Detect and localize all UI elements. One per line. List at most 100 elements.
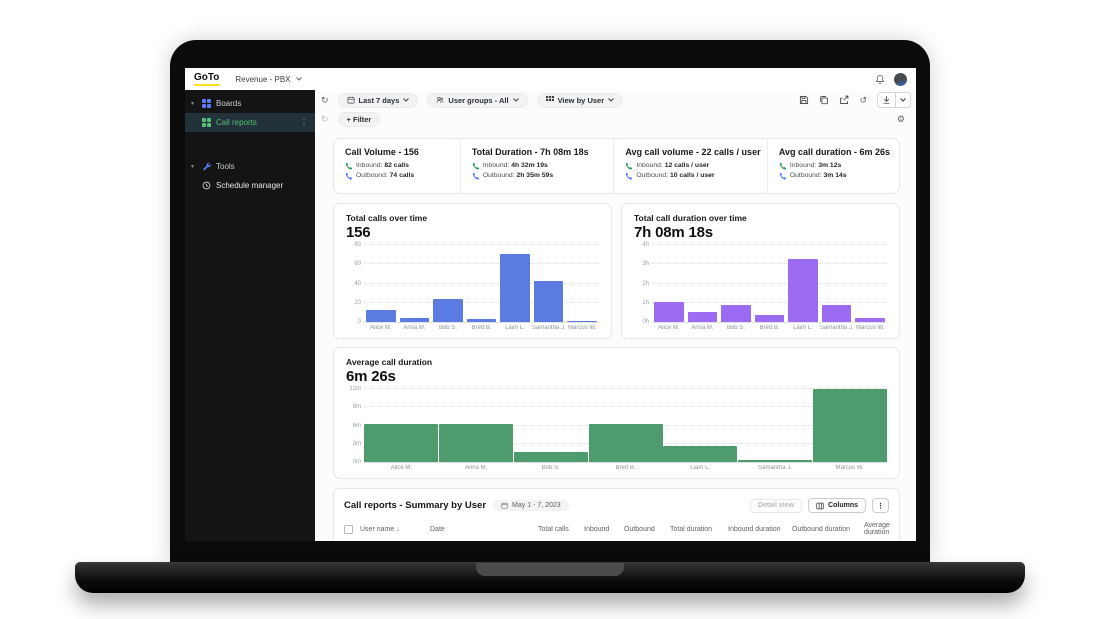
phone-icon (472, 162, 479, 170)
sidebar-item-call-reports[interactable]: ▾ Call reports ⋮ (185, 113, 315, 132)
select-all-checkbox[interactable] (344, 524, 353, 534)
bars (364, 245, 599, 322)
chart-plot: 0m 3m 6m 9m 12m (349, 386, 887, 465)
download-icon (883, 96, 890, 104)
bar (754, 315, 785, 322)
sidebar-item-label: Boards (216, 99, 242, 108)
bar-slot-Marcus W. (812, 389, 887, 462)
page: GoTo Revenue - PBX ▾ Boards Call reports… (0, 0, 1100, 619)
call-reports-grid-icon (202, 118, 211, 127)
bars (364, 389, 887, 462)
download-split-button[interactable] (877, 92, 911, 108)
columns-button[interactable]: Columns (808, 498, 866, 513)
y-tick-label: 0 (357, 319, 361, 325)
y-tick-label: 2h (642, 280, 649, 287)
save-icon[interactable] (799, 95, 809, 105)
column-header-date[interactable]: Date (430, 526, 538, 533)
date-range-chip-label: May 1 - 7, 2023 (512, 502, 561, 509)
expand-caret-icon[interactable]: ▾ (191, 163, 197, 170)
chevron-down-icon (608, 98, 614, 102)
bar (788, 259, 818, 322)
x-label: Bob S. (726, 325, 745, 331)
x-label: Samantha J. (758, 465, 792, 471)
download-options-button[interactable] (895, 93, 910, 107)
bar (812, 389, 887, 462)
x-label: Brett B. (759, 325, 780, 331)
chart-value: 7h 08m 18s (634, 224, 713, 241)
bar (721, 304, 751, 322)
board-selector[interactable]: Revenue - PBX (235, 75, 302, 84)
summary-title: Avg call duration - 6m 26s (778, 147, 891, 157)
user-avatar[interactable] (894, 72, 907, 86)
chart-title: Average call duration (346, 357, 433, 367)
settings-gear-icon[interactable]: ⚙ (897, 115, 905, 124)
toolbar-actions: ↺ (799, 92, 911, 108)
chart-value: 6m 26s (346, 368, 396, 385)
summary-card: Call Volume - 156 Inbound: 82 calls Outbou… (334, 139, 460, 193)
dashboard-content: Call Volume - 156 Inbound: 82 calls Outbou… (315, 129, 916, 541)
column-header-inbound[interactable]: Inbound (584, 526, 624, 533)
x-label: Marcus W. (835, 465, 864, 471)
copy-icon[interactable] (819, 95, 829, 105)
sidebar-item-schedule-manager[interactable]: ▾ Schedule manager (185, 176, 315, 195)
bell-icon[interactable] (875, 74, 885, 85)
x-label: Anna M. (464, 465, 488, 471)
bar-slot-Anna M. (686, 245, 720, 322)
history-icon[interactable]: ↺ (859, 95, 867, 105)
x-label: Alice M. (390, 465, 413, 471)
x-label: Samantha J. (819, 325, 854, 331)
summary-outbound: Outbound: 3m 14s (779, 171, 888, 181)
column-header-total-calls[interactable]: Total calls (538, 526, 584, 533)
kebab-menu-icon[interactable]: ⋮ (299, 118, 309, 127)
laptop-notch (476, 563, 624, 576)
column-header-inbound-duration[interactable]: Inbound duration (728, 526, 792, 533)
sidebar-item-boards[interactable]: ▾ Boards (185, 94, 315, 113)
phone-icon (626, 162, 633, 170)
x-label: Anna M. (403, 325, 426, 331)
refresh-icon[interactable]: ↻ (321, 95, 329, 105)
x-label: Alice M. (658, 325, 680, 331)
chevron-down-icon (295, 77, 302, 81)
share-export-icon[interactable] (839, 95, 849, 105)
download-button[interactable] (878, 93, 895, 107)
bar-slot-Alice M. (652, 245, 686, 322)
laptop-screen-bezel: GoTo Revenue - PBX ▾ Boards Call reports… (170, 40, 930, 563)
table-kebab-button[interactable]: ⋮ (872, 498, 889, 513)
column-header-outbound-duration[interactable]: Outbound duration (792, 526, 864, 533)
date-range-filter[interactable]: Last 7 days (337, 92, 419, 108)
x-label: Brett B. (471, 325, 492, 331)
y-tick-label: 6m (352, 422, 361, 429)
summary-inbound: Inbound: 82 calls (345, 161, 449, 171)
view-by-filter[interactable]: View by User (536, 92, 624, 108)
summary-cards: Call Volume - 156 Inbound: 82 calls Outbou… (333, 138, 900, 194)
column-header-average-duration[interactable]: Average duration (864, 522, 890, 536)
phone-icon (345, 172, 353, 180)
column-header-total-duration[interactable]: Total duration (670, 526, 728, 533)
bar (364, 424, 439, 462)
y-tick-label: 40 (354, 280, 361, 287)
call-reports-table-card: Call reports - Summary by User May 1 - 7… (333, 488, 900, 541)
table-column-headers: User name ↓ Date Total calls Inbound Outbound… (344, 522, 890, 541)
toolbar-filters: ↻ Last 7 days User groups - All View by … (315, 90, 916, 110)
bar (399, 318, 430, 322)
bar-slot-Anna M. (398, 245, 432, 322)
sidebar-item-tools[interactable]: ▾ Tools (185, 157, 315, 176)
detail-view-button[interactable]: Detail view (749, 498, 803, 513)
bar (663, 445, 738, 462)
boards-grid-icon (202, 99, 211, 108)
y-tick-label: 9m (352, 404, 361, 411)
charts-row: Total calls over time 156 0 20 40 60 80 Alic… (333, 203, 900, 339)
column-header-outbound[interactable]: Outbound (624, 526, 670, 533)
summary-title: Total Duration - 7h 08m 18s (471, 147, 589, 157)
summary-outbound: Outbound: 10 calls / user (625, 171, 756, 181)
user-groups-filter[interactable]: User groups - All (427, 92, 528, 108)
refresh-icon-secondary[interactable]: ↻ (321, 115, 329, 124)
summary-inbound: Inbound: 3m 12s (779, 161, 888, 171)
app-header: GoTo Revenue - PBX (185, 68, 916, 91)
expand-caret-icon[interactable]: ▾ (191, 100, 197, 107)
column-header-user-name[interactable]: User name ↓ (360, 526, 430, 533)
add-filter-button[interactable]: + Filter (337, 112, 381, 127)
y-tick-label: 3h (642, 261, 649, 268)
y-tick-label: 4h (642, 242, 649, 248)
phone-icon (779, 162, 786, 170)
